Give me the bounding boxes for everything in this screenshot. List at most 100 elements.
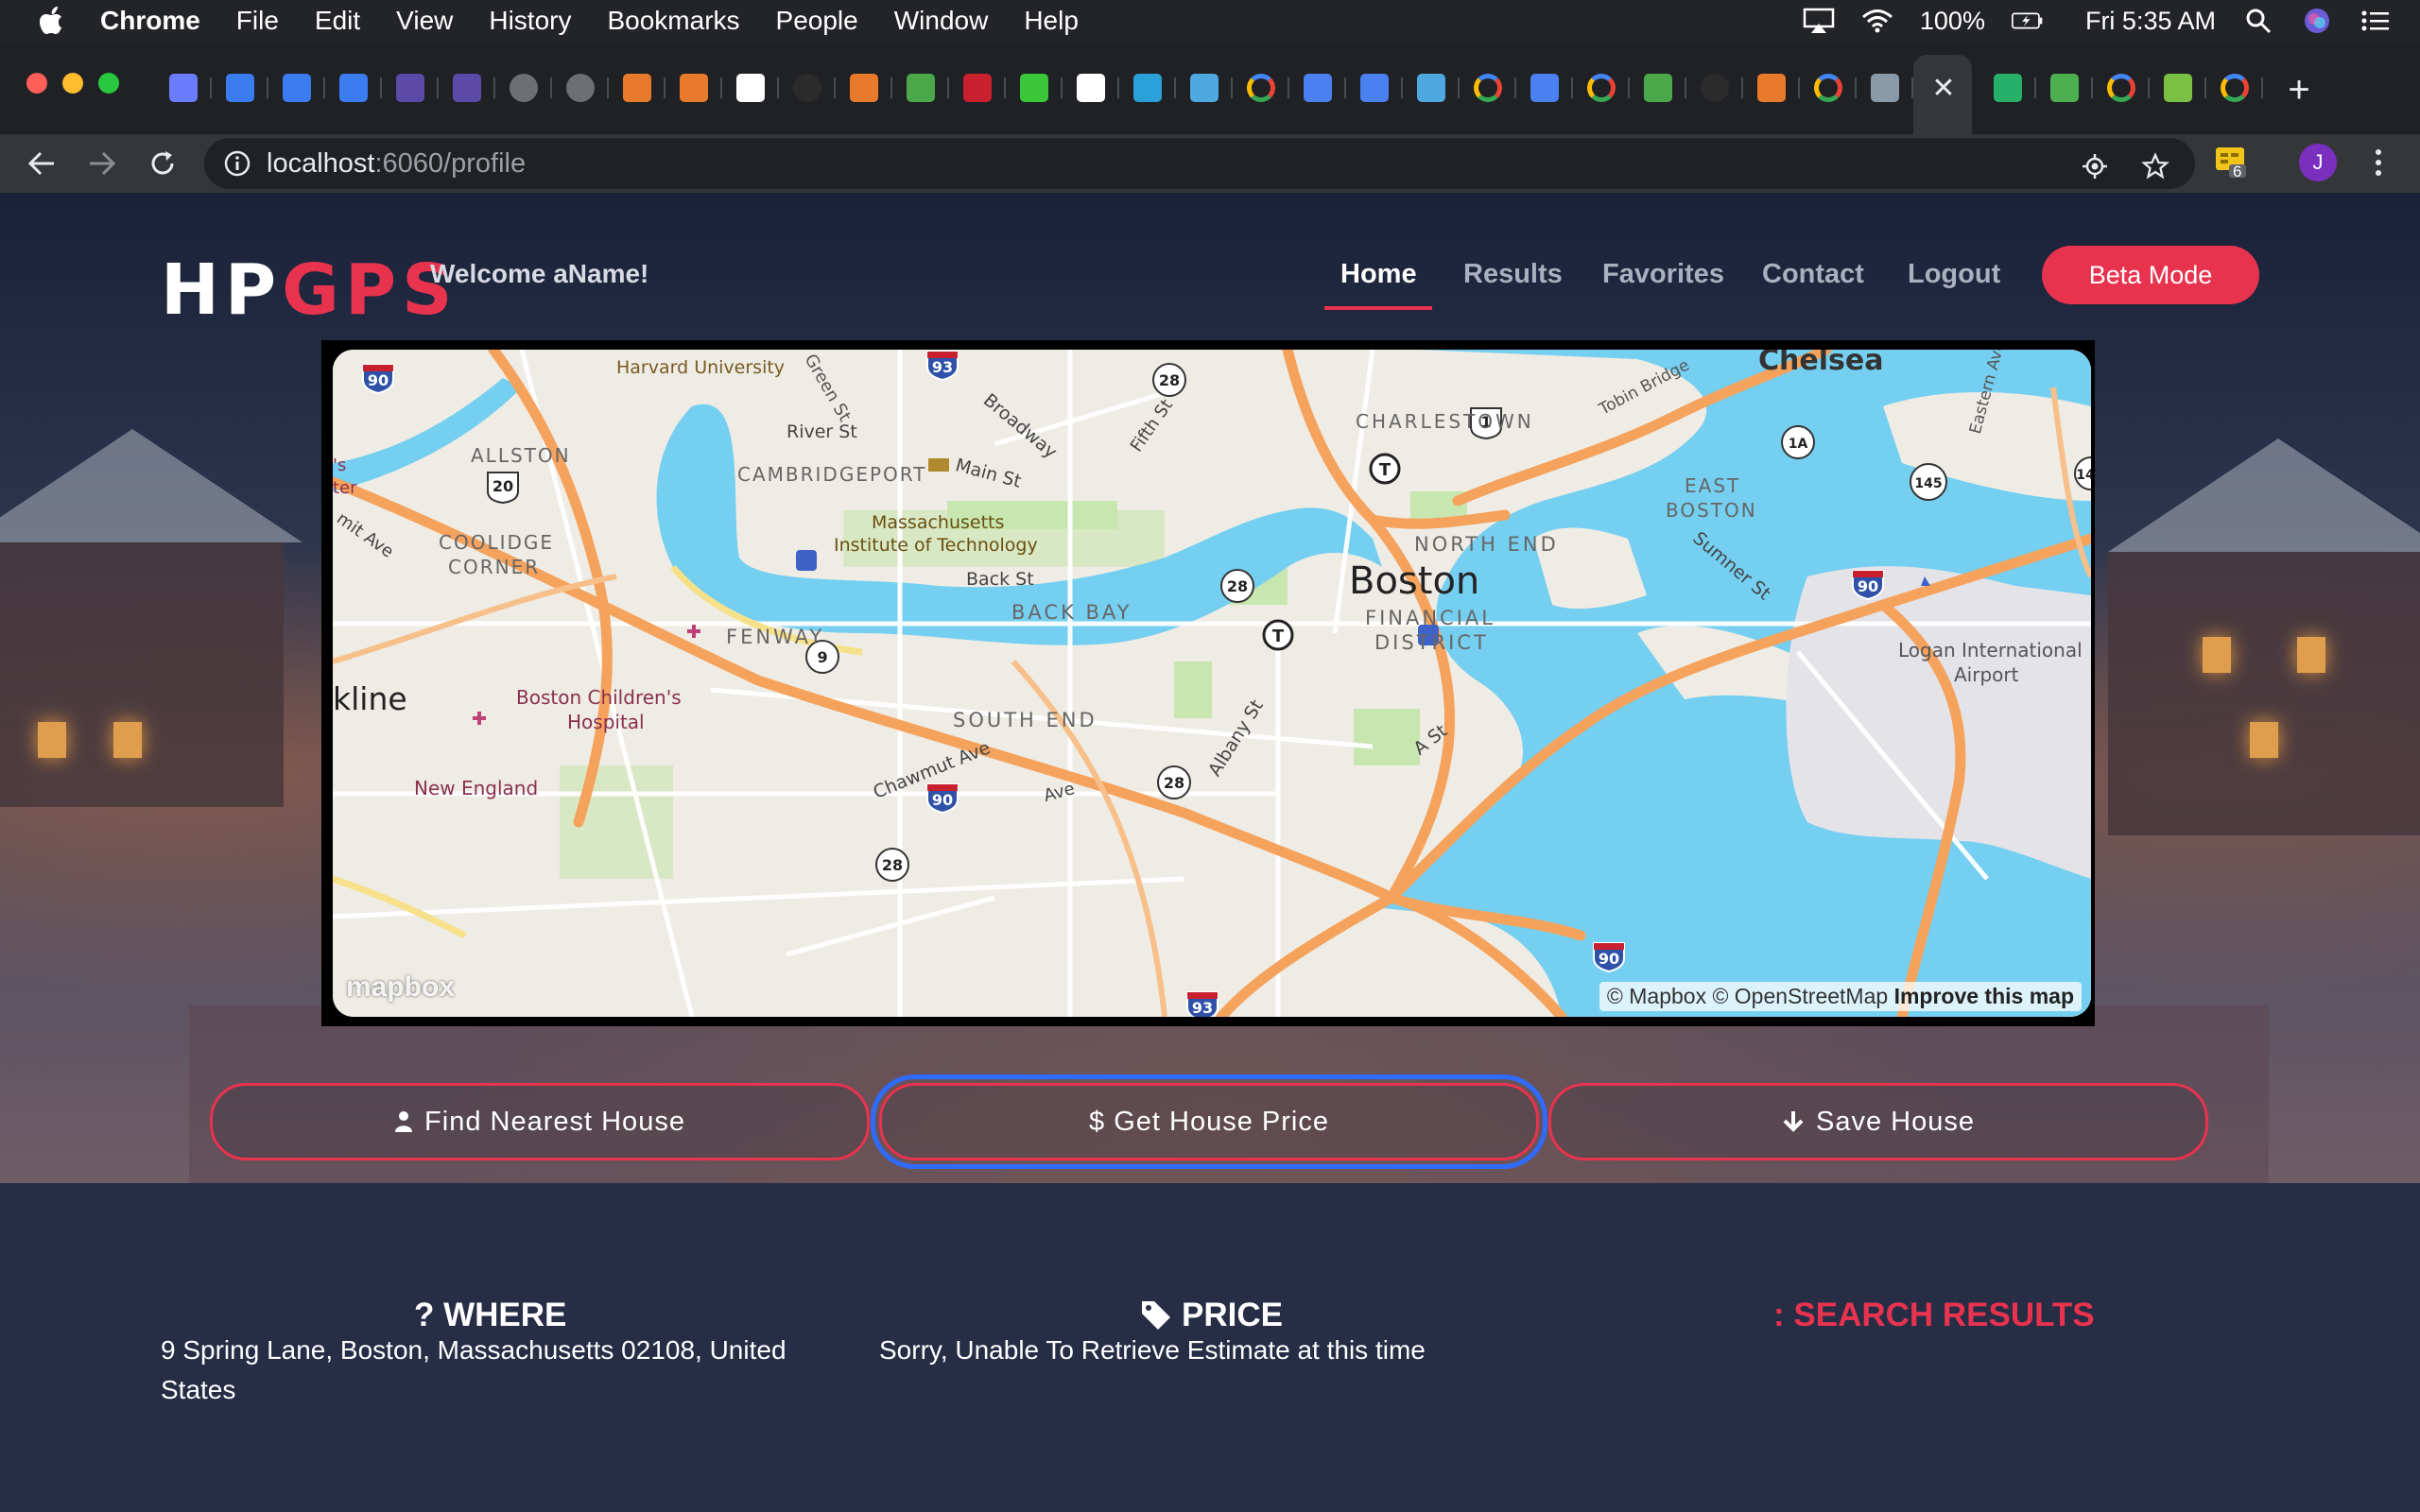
tab-github-icon[interactable] <box>785 70 836 106</box>
tab-separator <box>437 77 439 98</box>
find-nearest-house-button[interactable]: Find Nearest House <box>210 1083 870 1160</box>
tab-docs-icon[interactable] <box>1522 70 1573 106</box>
map-label-financial-line1: FINANCIAL <box>1365 607 1495 629</box>
site-info-icon[interactable] <box>223 149 251 178</box>
tab-zillow-icon[interactable] <box>274 70 325 106</box>
airplay-icon[interactable] <box>1803 7 1835 35</box>
hpgps-logo[interactable]: HPGPS <box>161 249 458 331</box>
tab-dots-icon[interactable] <box>1125 70 1176 106</box>
menu-help[interactable]: Help <box>1024 6 1079 36</box>
tab-pixel-icon[interactable] <box>2155 70 2206 106</box>
tab-separator <box>1288 77 1289 98</box>
zoom-window-button[interactable] <box>98 73 119 94</box>
improve-map-link[interactable]: Improve this map <box>1894 984 2074 1008</box>
close-tab-icon[interactable]: ✕ <box>1928 74 1959 104</box>
tab-google-icon[interactable] <box>1806 70 1857 106</box>
menu-window[interactable]: Window <box>894 6 989 36</box>
bookmark-star-icon[interactable] <box>2136 147 2174 185</box>
route-28-shield: 28 <box>1227 577 1248 595</box>
search-results-heading[interactable]: : SEARCH RESULTS <box>1773 1297 2095 1334</box>
url-text[interactable]: localhost:6060/profile <box>267 148 526 180</box>
menu-edit[interactable]: Edit <box>315 6 360 36</box>
tab-google-icon[interactable] <box>1465 70 1516 106</box>
menu-history[interactable]: History <box>489 6 571 36</box>
tab-tower-icon[interactable] <box>955 70 1006 106</box>
save-house-button[interactable]: Save House <box>1548 1083 2208 1160</box>
map-label-east-boston-line1: EAST <box>1685 474 1741 497</box>
wifi-icon[interactable] <box>1861 7 1893 35</box>
interstate-90-shield: 90 <box>932 791 953 809</box>
tab-bootstrap-icon[interactable] <box>444 70 495 106</box>
close-window-button[interactable] <box>26 73 47 94</box>
location-icon[interactable] <box>2076 147 2114 185</box>
apple-icon[interactable] <box>34 5 72 37</box>
tab-maps-icon[interactable] <box>2042 70 2093 106</box>
tab-stackoverflow-icon[interactable] <box>671 70 722 106</box>
chrome-menu-icon[interactable] <box>2363 144 2394 181</box>
route-14-shield: 14 <box>2076 468 2091 483</box>
tab-google-icon[interactable] <box>1579 70 1630 106</box>
route-20-shield: 20 <box>493 477 513 495</box>
tab-docs-icon[interactable] <box>1295 70 1346 106</box>
clock[interactable]: Fri 5:35 AM <box>2085 7 2216 36</box>
menu-view[interactable]: View <box>396 6 453 36</box>
new-tab-button[interactable]: + <box>2278 71 2320 110</box>
extension-icon[interactable]: 6 <box>2214 144 2250 180</box>
tab-globe-icon[interactable] <box>501 70 552 106</box>
siri-icon[interactable] <box>2301 7 2333 35</box>
extension-badge: 6 <box>2233 163 2242 180</box>
notification-center-icon[interactable] <box>2360 7 2392 35</box>
tab-blank-page-icon[interactable] <box>728 70 779 106</box>
beta-mode-button[interactable]: Beta Mode <box>2042 246 2259 304</box>
tab-zillow-icon[interactable] <box>331 70 382 106</box>
tab-google-icon[interactable] <box>1238 70 1289 106</box>
tab-separator <box>720 77 722 98</box>
spotlight-icon[interactable] <box>2242 7 2274 35</box>
tab-google-icon[interactable] <box>2099 70 2150 106</box>
price-heading: PRICE <box>1140 1297 1283 1334</box>
address-bar[interactable]: localhost:6060/profile <box>204 138 2195 189</box>
tab-leaf-icon[interactable] <box>1635 70 1686 106</box>
tab-globe-icon[interactable] <box>558 70 609 106</box>
nav-results[interactable]: Results <box>1463 259 1563 290</box>
nav-favorites[interactable]: Favorites <box>1602 259 1724 290</box>
tab-tool-icon[interactable] <box>1862 70 1913 106</box>
tab-stackoverflow-icon[interactable] <box>1749 70 1800 106</box>
tab-leaf-icon[interactable] <box>898 70 949 106</box>
tab-shield-icon[interactable] <box>1985 70 2036 106</box>
tab-mail-icon[interactable] <box>161 70 212 106</box>
profile-avatar[interactable]: J <box>2299 144 2337 181</box>
tab-docs-icon[interactable] <box>1352 70 1403 106</box>
menu-app-name[interactable]: Chrome <box>100 6 200 36</box>
tab-google-icon[interactable] <box>2212 70 2263 106</box>
menu-people[interactable]: People <box>776 6 858 36</box>
mapbox-logo[interactable]: mapbox <box>346 971 455 1004</box>
tab-board-icon[interactable] <box>1182 70 1233 106</box>
map-label-cambridgeport: CAMBRIDGEPORT <box>737 463 927 486</box>
tab-github-icon[interactable] <box>1692 70 1743 106</box>
map-label-back-st: Back St <box>966 569 1034 590</box>
nav-logout[interactable]: Logout <box>1908 259 2000 290</box>
nav-home[interactable]: Home <box>1340 259 1417 290</box>
minimize-window-button[interactable] <box>62 73 83 94</box>
back-icon[interactable] <box>21 143 62 184</box>
map-label-financial-line2: DISTRICT <box>1374 631 1489 654</box>
tab-zillow-icon[interactable] <box>217 70 268 106</box>
menu-file[interactable]: File <box>236 6 279 36</box>
attribution-text[interactable]: © Mapbox © OpenStreetMap <box>1607 984 1888 1008</box>
tab-board-icon[interactable] <box>1409 70 1460 106</box>
forward-icon[interactable] <box>81 143 123 184</box>
tab-medium-icon[interactable] <box>1068 70 1119 106</box>
tab-timer-icon[interactable] <box>1011 70 1063 106</box>
tab-stackoverflow-icon[interactable] <box>841 70 892 106</box>
reload-icon[interactable] <box>142 143 183 184</box>
get-house-price-button[interactable]: $ Get House Price <box>871 1074 1547 1169</box>
menu-bookmarks[interactable]: Bookmarks <box>607 6 739 36</box>
map-view[interactable]: 90 93 90 90 90 93 28 28 28 28 9 1A 145 1… <box>333 350 2091 1017</box>
nav-contact[interactable]: Contact <box>1762 259 1864 290</box>
tab-stackoverflow-icon[interactable] <box>614 70 666 106</box>
tab-bootstrap-icon[interactable] <box>388 70 439 106</box>
interstate-93-shield: 93 <box>1192 999 1213 1017</box>
zillow-icon <box>225 74 254 102</box>
battery-icon[interactable] <box>2011 7 2044 35</box>
